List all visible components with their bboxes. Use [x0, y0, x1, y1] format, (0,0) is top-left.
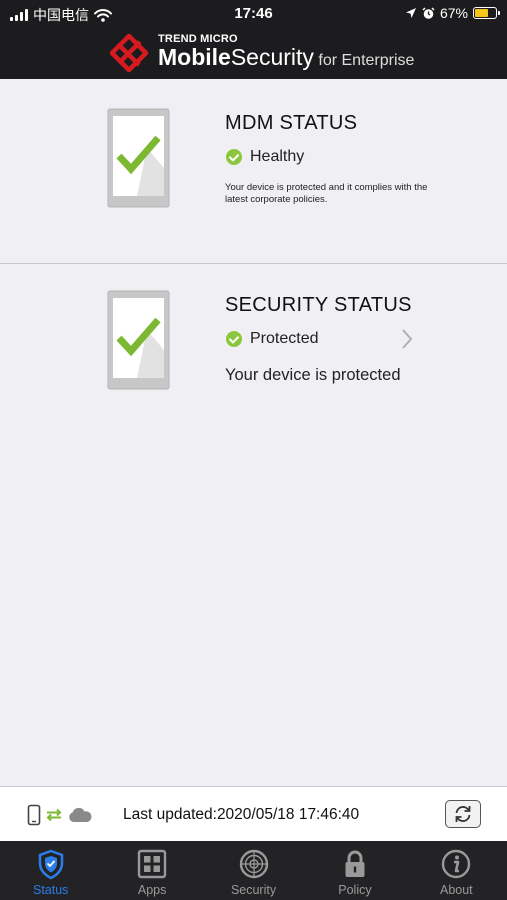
security-description: Your device is protected: [225, 366, 401, 384]
brand-main-2: Security: [230, 44, 314, 70]
healthy-check-icon: [226, 149, 242, 165]
mdm-status-title: MDM STATUS: [225, 112, 358, 134]
security-status-title: SECURITY STATUS: [225, 294, 412, 316]
mdm-state-label: Healthy: [250, 148, 305, 165]
mdm-status-card: MDM STATUS Healthy Your device is protec…: [0, 79, 507, 264]
mdm-description: Your device is protected and it complies…: [225, 182, 428, 205]
protected-check-icon: [226, 331, 242, 347]
tab-security[interactable]: Security: [203, 841, 304, 900]
sync-arrows-icon: [46, 808, 62, 822]
phone-check-icon: [107, 108, 170, 208]
update-bar: Last updated:2020/05/18 17:46:40: [0, 786, 507, 841]
tab-apps-label: Apps: [137, 883, 167, 897]
tab-bar: Status Apps Security Policy About: [0, 841, 507, 900]
security-state-label: Protected: [250, 330, 319, 347]
apps-grid-icon: [137, 849, 167, 879]
tab-apps[interactable]: Apps: [101, 841, 202, 900]
security-status-card[interactable]: SECURITY STATUS Protected Your device is…: [0, 265, 507, 445]
battery-icon: [473, 7, 500, 19]
tab-status[interactable]: Status: [0, 841, 101, 900]
location-arrow-icon: [405, 8, 416, 18]
app-header: 中国电信 17:46 67% TREND MICRO MobileSecurit…: [0, 0, 507, 79]
brand-main-1: Mobile: [158, 44, 231, 70]
trend-micro-logo: TREND MICRO MobileSecurity for Enterpris…: [108, 32, 414, 74]
last-updated-text: Last updated:2020/05/18 17:46:40: [123, 806, 360, 823]
trend-micro-mark-icon: [109, 33, 149, 73]
device-icon: [27, 804, 41, 826]
security-state: Protected: [226, 330, 318, 348]
tab-about-label: About: [439, 883, 473, 897]
refresh-button[interactable]: [445, 800, 481, 828]
tab-policy[interactable]: Policy: [304, 841, 405, 900]
chevron-right-icon[interactable]: [400, 328, 414, 350]
phone-check-icon: [107, 290, 170, 390]
sync-status: [27, 804, 93, 826]
refresh-icon: [455, 806, 471, 822]
alarm-icon: [422, 6, 435, 19]
mdm-state: Healthy: [226, 148, 304, 166]
radar-icon: [239, 849, 268, 879]
tab-status-label: Status: [32, 883, 69, 897]
cloud-icon: [69, 807, 92, 822]
tab-policy-label: Policy: [338, 883, 372, 897]
tab-about[interactable]: About: [406, 841, 507, 900]
shield-icon: [38, 849, 63, 880]
lock-icon: [345, 850, 365, 877]
info-icon: [442, 849, 471, 879]
brand-main-3: for Enterprise: [313, 52, 415, 69]
tab-security-label: Security: [230, 883, 277, 897]
status-bar: 中国电信 17:46 67%: [0, 0, 507, 28]
battery-percent: 67%: [439, 5, 468, 21]
